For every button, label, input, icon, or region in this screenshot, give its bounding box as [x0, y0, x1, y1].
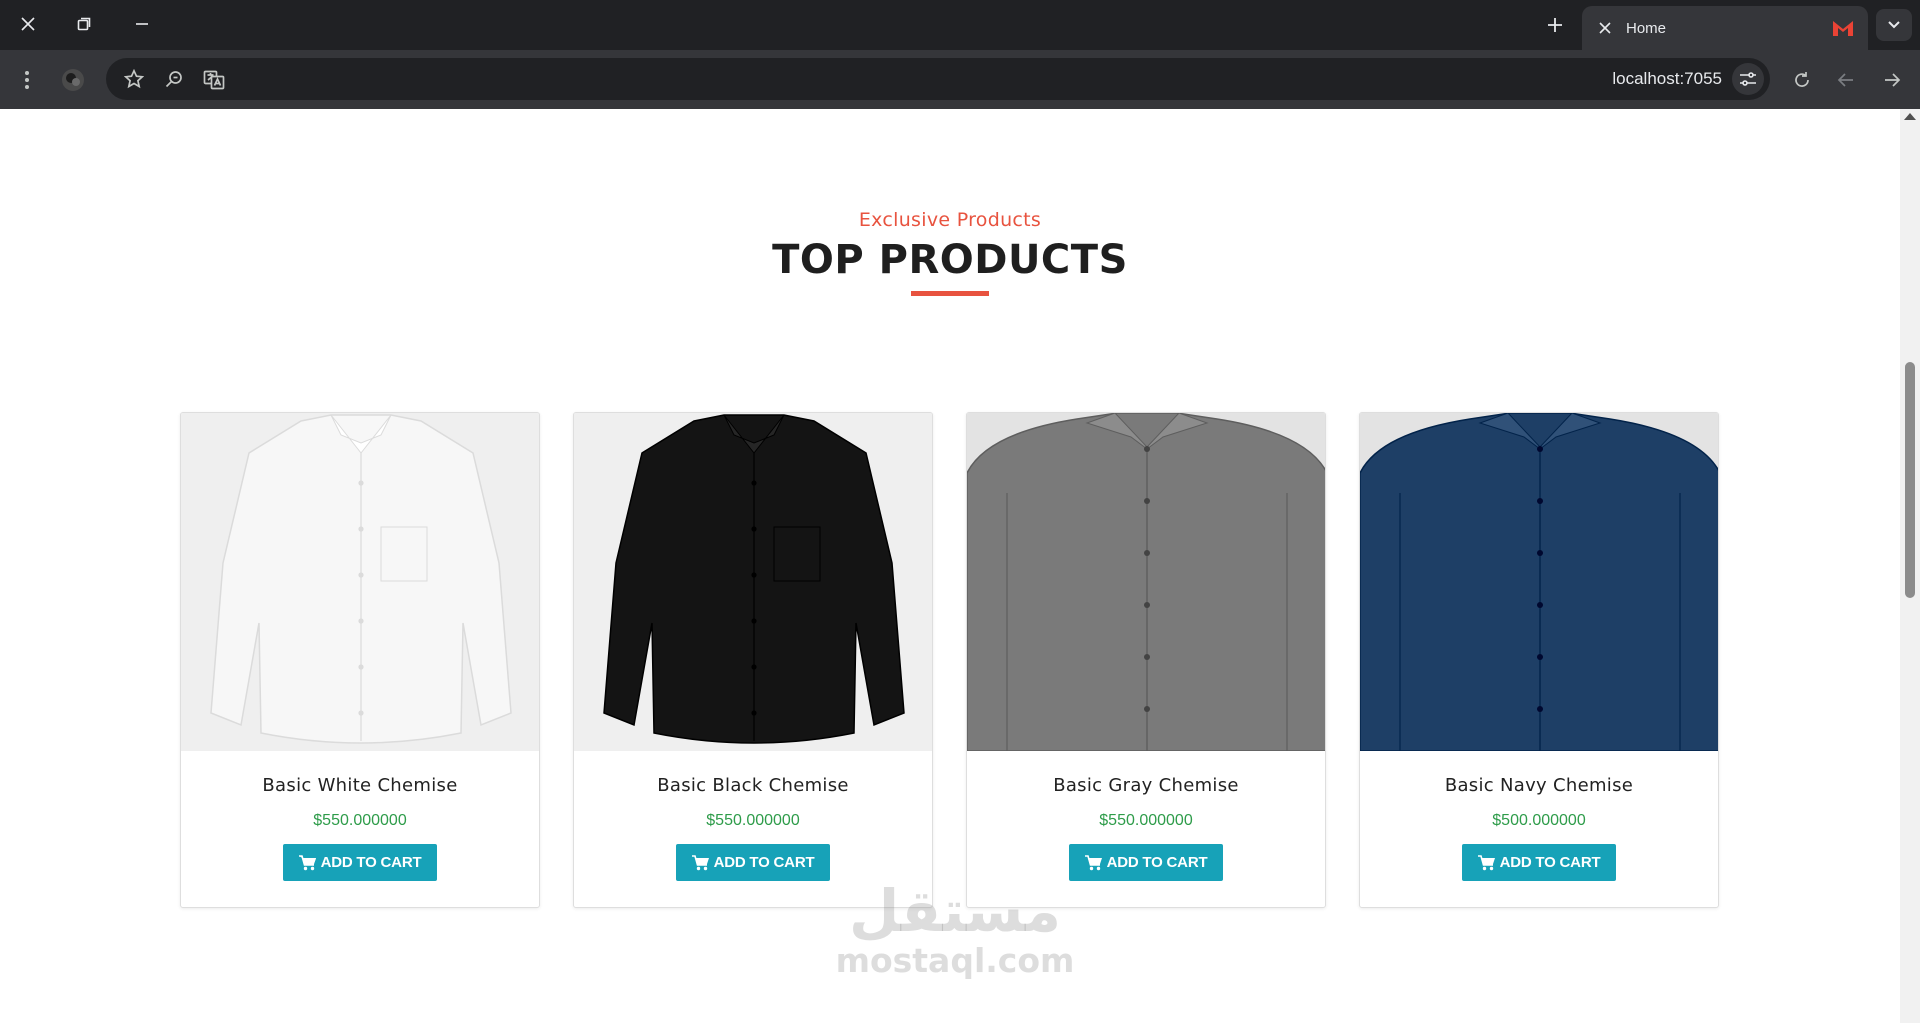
plus-icon	[1548, 18, 1562, 32]
product-price: $500.000000	[1492, 812, 1586, 829]
product-price: $550.000000	[1099, 812, 1193, 829]
shirt-image	[181, 413, 539, 751]
zoom-button[interactable]	[158, 63, 190, 95]
tab-close-button[interactable]	[1590, 13, 1620, 43]
watermark-arabic: مستقل	[848, 877, 1062, 945]
product-grid: Basic White Chemise $550.000000 ADD TO C…	[180, 412, 1720, 908]
add-to-cart-button[interactable]: ADD TO CART	[676, 844, 830, 881]
url-text: localhost:7055	[1612, 69, 1722, 88]
reload-icon	[1795, 72, 1809, 87]
address-bar[interactable]: localhost:7055	[106, 58, 1770, 100]
close-icon	[21, 17, 35, 31]
product-card: Basic White Chemise $550.000000 ADD TO C…	[180, 412, 540, 908]
add-to-cart-button[interactable]: ADD TO CART	[283, 844, 437, 881]
add-to-cart-label: ADD TO CART	[1499, 854, 1601, 871]
minimize-icon	[136, 23, 148, 25]
product-card: Basic Black Chemise $550.000000 ADD TO C…	[573, 412, 933, 908]
product-image[interactable]	[574, 413, 932, 751]
title-underline	[911, 291, 989, 296]
back-button[interactable]	[1830, 64, 1862, 96]
reload-button[interactable]	[1786, 64, 1818, 96]
close-window-button[interactable]	[6, 8, 50, 40]
add-to-cart-button[interactable]: ADD TO CART	[1462, 844, 1616, 881]
cart-icon	[691, 854, 710, 871]
product-price: $550.000000	[313, 812, 407, 829]
shirt-image	[1360, 413, 1718, 751]
product-price: $550.000000	[706, 812, 800, 829]
add-to-cart-label: ADD TO CART	[320, 854, 422, 871]
bookmark-button[interactable]	[118, 63, 150, 95]
profile-button[interactable]	[57, 64, 89, 96]
product-name[interactable]: Basic Navy Chemise	[1360, 775, 1718, 796]
restore-window-button[interactable]	[62, 8, 106, 40]
title-bar: Home	[0, 0, 1920, 50]
browser-menu-button[interactable]	[11, 64, 43, 96]
add-to-cart-label: ADD TO CART	[1106, 854, 1208, 871]
shirt-image	[967, 413, 1325, 751]
arrow-left-icon	[1837, 73, 1853, 87]
product-name[interactable]: Basic Gray Chemise	[967, 775, 1325, 796]
product-name[interactable]: Basic White Chemise	[181, 775, 539, 796]
toolbar: localhost:7055	[0, 50, 1920, 109]
new-tab-button[interactable]	[1537, 8, 1573, 42]
tab-title: Home	[1626, 19, 1667, 37]
cart-icon	[298, 854, 317, 871]
product-image[interactable]	[181, 413, 539, 751]
avatar-icon	[62, 69, 84, 91]
zoom-icon	[165, 71, 182, 88]
tab-search-button[interactable]	[1876, 9, 1912, 41]
restore-icon	[77, 17, 91, 31]
translate-button[interactable]	[198, 63, 230, 95]
more-vertical-icon	[25, 71, 29, 89]
scroll-up-arrow-icon[interactable]	[1904, 113, 1916, 120]
add-to-cart-label: ADD TO CART	[713, 854, 815, 871]
star-icon	[124, 69, 144, 89]
section-header: Exclusive Products TOP PRODUCTS	[0, 209, 1900, 296]
section-title: TOP PRODUCTS	[772, 237, 1128, 283]
chevron-down-icon	[1888, 21, 1900, 29]
browser-chrome: Home localhost:7055	[0, 0, 1920, 109]
scroll-thumb[interactable]	[1905, 362, 1915, 598]
page-viewport: Exclusive Products TOP PRODUCTS Basic Wh…	[0, 109, 1900, 1023]
cart-icon	[1477, 854, 1496, 871]
minimize-window-button[interactable]	[120, 8, 164, 40]
product-card: Basic Navy Chemise $500.000000 ADD TO CA…	[1359, 412, 1719, 908]
favicon-icon	[1833, 21, 1853, 36]
add-to-cart-button[interactable]: ADD TO CART	[1069, 844, 1223, 881]
site-settings-button[interactable]	[1732, 63, 1764, 95]
watermark-latin: mostaql.com	[835, 941, 1075, 980]
product-name[interactable]: Basic Black Chemise	[574, 775, 932, 796]
watermark: مستقل mostaql.com	[830, 879, 1080, 979]
tune-icon	[1740, 72, 1756, 86]
cart-icon	[1084, 854, 1103, 871]
section-subtitle: Exclusive Products	[858, 209, 1042, 231]
translate-icon	[203, 70, 225, 90]
page-scrollbar[interactable]	[1900, 109, 1920, 1023]
product-image[interactable]	[1360, 413, 1718, 751]
product-image[interactable]	[967, 413, 1325, 751]
tab-home[interactable]: Home	[1582, 6, 1868, 50]
arrow-right-icon	[1885, 73, 1901, 87]
close-icon	[1599, 22, 1611, 34]
shirt-image	[574, 413, 932, 751]
forward-button[interactable]	[1876, 64, 1908, 96]
product-card: Basic Gray Chemise $550.000000 ADD TO CA…	[966, 412, 1326, 908]
